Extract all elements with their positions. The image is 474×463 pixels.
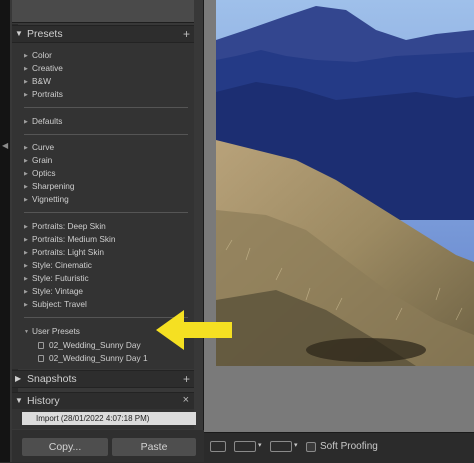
copy-button[interactable]: Copy...	[22, 438, 108, 456]
preset-folder[interactable]: ▶ Portraits: Medium Skin	[24, 234, 115, 244]
user-preset-label: 02_Wedding_Sunny Day 1	[49, 353, 148, 363]
user-preset-item[interactable]: 02_Wedding_Sunny Day	[38, 340, 141, 350]
paste-button[interactable]: Paste	[112, 438, 196, 456]
preset-folder[interactable]: ▶ Vignetting	[24, 194, 69, 204]
folder-arrow-icon: ▶	[24, 276, 28, 282]
user-presets-folder[interactable]: ▼ User Presets	[24, 326, 80, 336]
folder-arrow-icon: ▶	[24, 263, 28, 269]
preset-folder[interactable]: ▶ Sharpening	[24, 181, 74, 191]
folder-arrow-icon: ▶	[24, 158, 28, 164]
preset-folder[interactable]: ▶ Defaults	[24, 116, 62, 126]
clear-history-icon[interactable]: ×	[183, 394, 189, 406]
preset-folder-label: Portraits: Medium Skin	[32, 234, 116, 244]
add-snapshot-icon[interactable]: +	[183, 372, 190, 386]
preset-folder[interactable]: ▶ Style: Futuristic	[24, 273, 89, 283]
navigator-strip	[12, 0, 194, 23]
user-preset-item[interactable]: 02_Wedding_Sunny Day 1	[38, 353, 148, 363]
preset-folder[interactable]: ▶ Portraits: Light Skin	[24, 247, 104, 257]
divider	[24, 134, 188, 135]
preset-folder[interactable]: ▶ Subject: Travel	[24, 299, 87, 309]
folder-arrow-icon: ▶	[24, 92, 28, 98]
annotation-arrow-icon	[156, 310, 232, 350]
folder-arrow-icon: ▶	[24, 119, 28, 125]
snapshots-header[interactable]: ▶ Snapshots +	[12, 370, 194, 388]
preset-folder-label: Color	[32, 50, 52, 60]
before-after-icon[interactable]	[234, 441, 256, 452]
add-preset-icon[interactable]: +	[183, 27, 190, 41]
preset-folder[interactable]: ▶ Portraits	[24, 89, 63, 99]
preset-folder[interactable]: ▶ Portraits: Deep Skin	[24, 221, 106, 231]
history-title: History	[27, 395, 60, 407]
panel-edge[interactable]: ◀	[0, 0, 10, 462]
expand-arrow-icon: ▼	[15, 396, 23, 405]
preset-folder[interactable]: ▶ Curve	[24, 142, 54, 152]
divider	[24, 212, 188, 213]
preset-folder-label: Curve	[32, 142, 55, 152]
preset-file-icon	[38, 342, 44, 349]
divider	[24, 107, 188, 108]
history-header[interactable]: ▼ History ×	[12, 392, 194, 410]
mountain-photo	[216, 0, 474, 366]
soft-proofing-checkbox[interactable]	[306, 442, 316, 452]
preset-folder-label: Optics	[32, 168, 56, 178]
preset-folder[interactable]: ▶ Grain	[24, 155, 52, 165]
soft-proofing-label: Soft Proofing	[320, 441, 378, 452]
photo-preview	[216, 0, 474, 366]
folder-arrow-icon: ▶	[24, 224, 28, 230]
preset-file-icon	[38, 355, 44, 362]
preset-folder[interactable]: ▶ B&W	[24, 76, 51, 86]
folder-arrow-icon: ▶	[24, 289, 28, 295]
folder-arrow-icon: ▶	[24, 237, 28, 243]
preset-folder[interactable]: ▶ Creative	[24, 63, 63, 73]
preset-folder[interactable]: ▶ Style: Vintage	[24, 286, 83, 296]
preset-folder-label: Vignetting	[32, 194, 69, 204]
preset-folder-label: Style: Futuristic	[32, 273, 89, 283]
user-presets-label: User Presets	[32, 326, 80, 336]
dropdown-caret-icon[interactable]: ▾	[258, 441, 262, 449]
folder-arrow-icon: ▶	[24, 79, 28, 85]
folder-arrow-icon: ▶	[24, 171, 28, 177]
collapse-left-icon[interactable]: ◀	[2, 141, 8, 150]
preset-folder-label: Portraits: Light Skin	[32, 247, 104, 257]
presets-header[interactable]: ▼ Presets +	[12, 25, 194, 43]
preset-folder[interactable]: ▶ Color	[24, 50, 52, 60]
compare-view-icon[interactable]	[270, 441, 292, 452]
history-entry[interactable]: Import (28/01/2022 4:07:18 PM)	[22, 412, 196, 425]
folder-expanded-icon: ▼	[24, 329, 29, 335]
presets-title: Presets	[27, 28, 63, 40]
user-preset-label: 02_Wedding_Sunny Day	[49, 340, 141, 350]
preset-folder-label: Grain	[32, 155, 53, 165]
preset-folder-label: Subject: Travel	[32, 299, 87, 309]
preset-folder-label: Style: Cinematic	[32, 260, 92, 270]
preset-folder[interactable]: ▶ Style: Cinematic	[24, 260, 92, 270]
preset-folder-label: Creative	[32, 63, 63, 73]
expand-arrow-icon: ▼	[15, 29, 23, 38]
dropdown-caret-icon[interactable]: ▾	[294, 441, 298, 449]
folder-arrow-icon: ▶	[24, 184, 28, 190]
preset-folder-label: Defaults	[32, 116, 63, 126]
folder-arrow-icon: ▶	[24, 302, 28, 308]
collapse-arrow-icon: ▶	[15, 374, 22, 383]
folder-arrow-icon: ▶	[24, 197, 28, 203]
folder-arrow-icon: ▶	[24, 53, 28, 59]
preset-folder-label: Portraits	[32, 89, 63, 99]
preset-folder-label: Portraits: Deep Skin	[32, 221, 106, 231]
loupe-view-icon[interactable]	[210, 441, 226, 452]
folder-arrow-icon: ▶	[24, 145, 28, 151]
preset-folder-label: Sharpening	[32, 181, 75, 191]
snapshots-title: Snapshots	[27, 373, 77, 385]
preset-folder-label: B&W	[32, 76, 51, 86]
preset-folder-label: Style: Vintage	[32, 286, 84, 296]
folder-arrow-icon: ▶	[24, 66, 28, 72]
preset-folder[interactable]: ▶ Optics	[24, 168, 56, 178]
folder-arrow-icon: ▶	[24, 250, 28, 256]
